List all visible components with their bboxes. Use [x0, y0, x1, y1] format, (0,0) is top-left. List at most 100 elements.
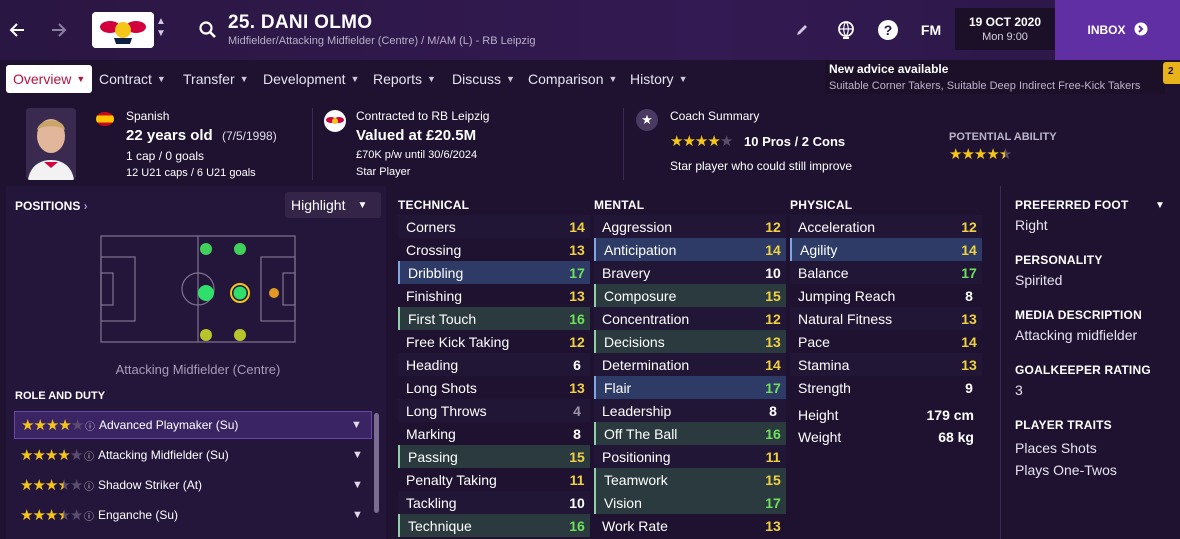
attribute-row-technical[interactable]: Long Shots 13: [398, 376, 590, 399]
attribute-row-physical[interactable]: Strength 9: [790, 376, 982, 399]
attribute-value: 11: [569, 471, 585, 488]
attribute-row-mental[interactable]: Determination 14: [594, 353, 786, 376]
role-row[interactable]: ★★★★★ ⓘ Enganche (Su) ▼: [14, 501, 372, 529]
attribute-row-physical[interactable]: Balance 17: [790, 261, 982, 284]
chevron-down-icon[interactable]: ▼: [351, 419, 371, 431]
role-row[interactable]: ★★★★★ ⓘ Attacking Midfielder (Su) ▼: [14, 441, 372, 469]
inbox-button[interactable]: INBOX: [1055, 0, 1180, 60]
world-icon[interactable]: [834, 18, 858, 42]
chevron-down-icon: ▼: [156, 74, 166, 84]
tab-history[interactable]: History ▼: [630, 65, 687, 93]
attribute-row-technical[interactable]: First Touch 16: [398, 307, 590, 330]
role-row[interactable]: ★★★★★ ⓘ Advanced Playmaker (Su) ▼: [14, 411, 372, 439]
help-icon[interactable]: ?: [876, 18, 900, 42]
info-icon[interactable]: ⓘ: [85, 418, 99, 433]
chevron-down-icon[interactable]: ▼: [1155, 200, 1165, 211]
attribute-row-physical[interactable]: Height 179 cm: [790, 403, 982, 426]
chevron-down-icon[interactable]: ▼: [352, 479, 372, 491]
goalkeeper-rating-heading: GOALKEEPER RATING: [1015, 363, 1151, 377]
tab-transfer[interactable]: Transfer ▼: [183, 65, 249, 93]
pencil-icon[interactable]: [790, 18, 814, 42]
attribute-row-technical[interactable]: Finishing 13: [398, 284, 590, 307]
advice-notification[interactable]: New advice available Suitable Corner Tak…: [825, 60, 1165, 94]
attribute-row-physical[interactable]: Acceleration 12: [790, 215, 982, 238]
tab-comparison[interactable]: Comparison ▼: [528, 65, 617, 93]
attribute-value: 8: [965, 287, 973, 304]
info-icon[interactable]: ⓘ: [84, 508, 98, 523]
attribute-row-mental[interactable]: Bravery 10: [594, 261, 786, 284]
attribute-row-mental[interactable]: Composure 15: [594, 284, 786, 307]
attribute-row-physical[interactable]: Jumping Reach 8: [790, 284, 982, 307]
roles-scrollbar[interactable]: [374, 413, 379, 513]
forward-arrow-icon[interactable]: [44, 16, 72, 44]
club-switch-icon[interactable]: ▲ ▼: [156, 16, 166, 40]
attribute-value: 4: [573, 402, 581, 419]
attribute-row-technical[interactable]: Penalty Taking 11: [398, 468, 590, 491]
attribute-row-physical[interactable]: Stamina 13: [790, 353, 982, 376]
attribute-row-physical[interactable]: Natural Fitness 13: [790, 307, 982, 330]
attribute-name: Stamina: [798, 356, 850, 373]
attribute-row-mental[interactable]: Positioning 11: [594, 445, 786, 468]
tab-reports[interactable]: Reports ▼: [373, 65, 436, 93]
search-icon[interactable]: [196, 18, 220, 42]
attribute-name: First Touch: [408, 310, 477, 327]
tab-contract[interactable]: Contract ▼: [99, 65, 166, 93]
attribute-row-technical[interactable]: Tackling 10: [398, 491, 590, 514]
attribute-row-technical[interactable]: Technique 16: [398, 514, 590, 537]
attribute-name: Strength: [798, 379, 851, 396]
attribute-row-mental[interactable]: Aggression 12: [594, 215, 786, 238]
attribute-value: 10: [569, 494, 585, 511]
attribute-row-mental[interactable]: Vision 17: [594, 491, 786, 514]
chevron-down-icon[interactable]: ▼: [352, 509, 372, 521]
tab-discuss[interactable]: Discuss ▼: [452, 65, 515, 93]
attribute-row-mental[interactable]: Anticipation 14: [594, 238, 786, 261]
attribute-row-technical[interactable]: Passing 15: [398, 445, 590, 468]
attribute-name: Bravery: [602, 264, 651, 281]
attribute-row-technical[interactable]: Corners 14: [398, 215, 590, 238]
attribute-row-mental[interactable]: Decisions 13: [594, 330, 786, 353]
wage-contract: £70K p/w until 30/6/2024: [356, 149, 478, 161]
attribute-row-technical[interactable]: Long Throws 4: [398, 399, 590, 422]
attribute-row-physical[interactable]: Pace 14: [790, 330, 982, 353]
attribute-row-physical[interactable]: Weight 68 kg: [790, 425, 982, 448]
attribute-value: 17: [765, 494, 781, 511]
position-marker: [269, 288, 279, 298]
attribute-name: Corners: [406, 218, 456, 235]
role-row[interactable]: ★★★★★ ⓘ Shadow Striker (At) ▼: [14, 471, 372, 499]
info-icon[interactable]: ⓘ: [84, 448, 98, 463]
tab-development[interactable]: Development ▼: [263, 65, 359, 93]
attribute-row-mental[interactable]: Concentration 12: [594, 307, 786, 330]
attribute-row-mental[interactable]: Leadership 8: [594, 399, 786, 422]
game-date[interactable]: 19 OCT 2020 Mon 9:00: [955, 8, 1055, 50]
attribute-row-mental[interactable]: Teamwork 15: [594, 468, 786, 491]
attribute-row-technical[interactable]: Heading 6: [398, 353, 590, 376]
attribute-value: 15: [569, 448, 585, 465]
club-logo[interactable]: [92, 12, 154, 48]
chevron-down-icon[interactable]: ▼: [352, 449, 372, 461]
role-duty-heading: ROLE AND DUTY: [15, 390, 106, 402]
advice-count-badge[interactable]: 2: [1163, 62, 1180, 84]
tab-overview[interactable]: Overview ▼: [6, 65, 93, 93]
attribute-value: 13: [961, 356, 977, 373]
attribute-row-mental[interactable]: Flair 17: [594, 376, 786, 399]
positions-heading[interactable]: POSITIONS ›: [15, 199, 88, 213]
attribute-row-technical[interactable]: Dribbling 17: [398, 261, 590, 284]
highlight-dropdown[interactable]: Highlight ▼: [285, 192, 381, 218]
attribute-row-technical[interactable]: Free Kick Taking 12: [398, 330, 590, 353]
attribute-row-technical[interactable]: Marking 8: [398, 422, 590, 445]
potential-ability-label: POTENTIAL ABILITY: [949, 131, 1057, 143]
nationality: Spanish: [126, 109, 170, 123]
attribute-row-physical[interactable]: Agility 14: [790, 238, 982, 261]
chevron-down-icon: ▼: [350, 74, 360, 84]
fm-menu-button[interactable]: FM: [916, 18, 946, 42]
attribute-name: Dribbling: [408, 264, 464, 281]
back-arrow-icon[interactable]: [4, 16, 32, 44]
attribute-value: 14: [765, 356, 781, 373]
attribute-row-technical[interactable]: Crossing 13: [398, 238, 590, 261]
info-icon[interactable]: ⓘ: [84, 478, 98, 493]
position-name: Attacking Midfielder (Centre): [115, 362, 281, 377]
squad-status: Star Player: [356, 166, 411, 178]
attribute-row-mental[interactable]: Work Rate 13: [594, 514, 786, 537]
pros-cons[interactable]: 10 Pros / 2 Cons: [744, 134, 845, 149]
attribute-row-mental[interactable]: Off The Ball 16: [594, 422, 786, 445]
